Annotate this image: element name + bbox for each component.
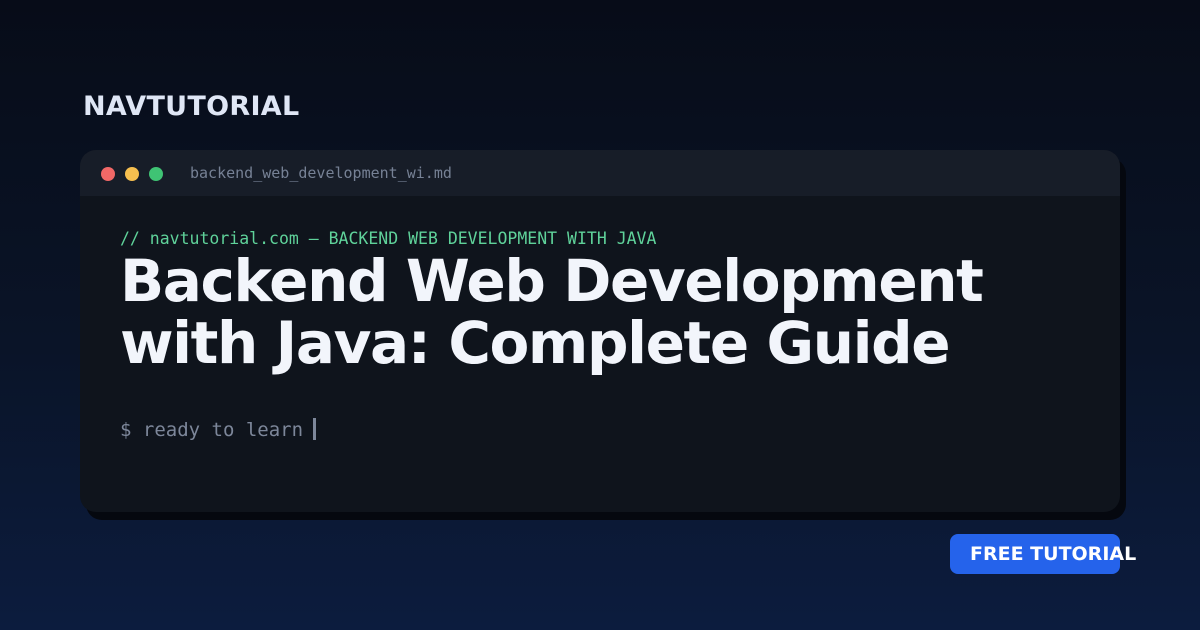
window-titlebar: backend_web_development_wi.md: [80, 150, 1120, 196]
maximize-dot-icon[interactable]: [149, 167, 163, 181]
text-cursor-icon: [313, 418, 317, 440]
minimize-dot-icon[interactable]: [125, 167, 139, 181]
close-dot-icon[interactable]: [101, 167, 115, 181]
prompt-text: $ ready to learn: [120, 419, 304, 441]
headline-line-2: with Java: Complete Guide: [120, 309, 951, 377]
free-tutorial-badge[interactable]: FREE TUTORIAL: [950, 534, 1136, 574]
code-comment: // navtutorial.com — BACKEND WEB DEVELOP…: [120, 229, 657, 248]
brand-logo-text: NAVTUTORIAL: [83, 91, 300, 122]
headline-line-1: Backend Web Development: [120, 247, 984, 315]
window-filename: backend_web_development_wi.md: [190, 164, 452, 182]
editor-window: backend_web_development_wi.md // navtuto…: [80, 150, 1120, 512]
terminal-prompt: $ ready to learn: [120, 418, 317, 442]
page-title: Backend Web Development with Java: Compl…: [120, 250, 1080, 374]
